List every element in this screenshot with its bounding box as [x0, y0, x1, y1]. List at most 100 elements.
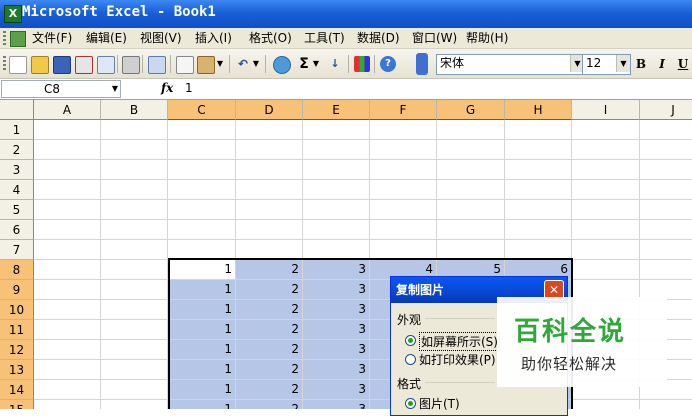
cell-g4[interactable]	[437, 180, 505, 200]
cell-c2[interactable]	[168, 140, 236, 160]
cell-b15[interactable]	[101, 400, 168, 409]
cell-c4[interactable]	[168, 180, 236, 200]
cell-a13[interactable]	[34, 360, 101, 380]
row-header-4[interactable]: 4	[0, 180, 34, 200]
menu-view[interactable]: 视图(V)	[140, 31, 182, 46]
open-icon[interactable]	[31, 56, 49, 74]
cell-e3[interactable]	[303, 160, 370, 180]
menu-tools[interactable]: 工具(T)	[304, 31, 345, 46]
cell-b11[interactable]	[101, 320, 168, 340]
cell-a15[interactable]	[34, 400, 101, 409]
select-all-corner[interactable]	[0, 100, 34, 120]
row-header-11[interactable]: 11	[0, 320, 34, 340]
picture-format-label[interactable]: 图片(T)	[419, 395, 460, 412]
as-shown-on-screen-radio[interactable]	[405, 335, 416, 346]
column-header-d[interactable]: D	[236, 100, 303, 120]
row-header-2[interactable]: 2	[0, 140, 34, 160]
chevron-down-icon[interactable]: ▼	[112, 81, 118, 97]
cell-a14[interactable]	[34, 380, 101, 400]
paste-dropdown-icon[interactable]: ▼	[216, 56, 224, 72]
row-header-5[interactable]: 5	[0, 200, 34, 220]
column-header-i[interactable]: I	[572, 100, 640, 120]
cell-b8[interactable]	[101, 260, 168, 280]
cell-a4[interactable]	[34, 180, 101, 200]
cell-i7[interactable]	[572, 240, 640, 260]
cell-d7[interactable]	[236, 240, 303, 260]
menu-window[interactable]: 窗口(W)	[412, 31, 457, 46]
menu-grip-icon[interactable]	[3, 31, 6, 45]
cell-h2[interactable]	[505, 140, 572, 160]
row-header-10[interactable]: 10	[0, 300, 34, 320]
row-header-15[interactable]: 15	[0, 400, 34, 409]
cell-j7[interactable]	[640, 240, 692, 260]
column-header-h[interactable]: H	[505, 100, 572, 120]
workbook-icon[interactable]	[10, 31, 26, 47]
cell-j4[interactable]	[640, 180, 692, 200]
autosum-icon[interactable]: Σ	[296, 56, 312, 72]
cell-b12[interactable]	[101, 340, 168, 360]
cell-f6[interactable]	[370, 220, 437, 240]
column-header-j[interactable]: J	[640, 100, 692, 120]
cell-a11[interactable]	[34, 320, 101, 340]
column-header-a[interactable]: A	[34, 100, 101, 120]
cell-e6[interactable]	[303, 220, 370, 240]
cell-b7[interactable]	[101, 240, 168, 260]
cell-b6[interactable]	[101, 220, 168, 240]
cell-h6[interactable]	[505, 220, 572, 240]
insert-function-icon[interactable]: fx	[161, 81, 173, 95]
underline-button[interactable]: U	[675, 56, 691, 72]
save-icon[interactable]	[53, 56, 71, 74]
research-icon[interactable]	[148, 56, 166, 74]
cell-b3[interactable]	[101, 160, 168, 180]
cell-f4[interactable]	[370, 180, 437, 200]
cell-e2[interactable]	[303, 140, 370, 160]
cell-f1[interactable]	[370, 120, 437, 140]
cell-a5[interactable]	[34, 200, 101, 220]
autosum-dropdown-icon[interactable]: ▼	[312, 56, 320, 72]
cell-i5[interactable]	[572, 200, 640, 220]
cell-c7[interactable]	[168, 240, 236, 260]
cell-d3[interactable]	[236, 160, 303, 180]
print-icon[interactable]	[122, 56, 140, 74]
bold-button[interactable]: B	[633, 56, 649, 72]
cell-j5[interactable]	[640, 200, 692, 220]
undo-dropdown-icon[interactable]: ▼	[252, 56, 260, 72]
cell-e1[interactable]	[303, 120, 370, 140]
name-box[interactable]: C8 ▼	[1, 80, 121, 98]
cell-a8[interactable]	[34, 260, 101, 280]
cell-e7[interactable]	[303, 240, 370, 260]
cell-d2[interactable]	[236, 140, 303, 160]
menu-edit[interactable]: 编辑(E)	[86, 31, 127, 46]
help-icon[interactable]: ?	[380, 56, 396, 72]
copy-icon[interactable]	[176, 56, 194, 74]
menu-format[interactable]: 格式(O)	[249, 31, 292, 46]
chevron-down-icon[interactable]: ▼	[616, 55, 630, 72]
cell-e4[interactable]	[303, 180, 370, 200]
cell-b14[interactable]	[101, 380, 168, 400]
cell-h4[interactable]	[505, 180, 572, 200]
cell-a10[interactable]	[34, 300, 101, 320]
cell-a7[interactable]	[34, 240, 101, 260]
cell-b13[interactable]	[101, 360, 168, 380]
cell-g6[interactable]	[437, 220, 505, 240]
cell-h3[interactable]	[505, 160, 572, 180]
cell-d5[interactable]	[236, 200, 303, 220]
cell-a3[interactable]	[34, 160, 101, 180]
row-header-13[interactable]: 13	[0, 360, 34, 380]
cell-g7[interactable]	[437, 240, 505, 260]
cell-j2[interactable]	[640, 140, 692, 160]
cell-g3[interactable]	[437, 160, 505, 180]
cell-d6[interactable]	[236, 220, 303, 240]
cell-g1[interactable]	[437, 120, 505, 140]
as-shown-when-printed-radio[interactable]	[405, 354, 416, 365]
cell-h1[interactable]	[505, 120, 572, 140]
row-header-12[interactable]: 12	[0, 340, 34, 360]
row-header-1[interactable]: 1	[0, 120, 34, 140]
hyperlink-icon[interactable]	[273, 56, 291, 74]
italic-button[interactable]: I	[654, 56, 670, 72]
cell-i2[interactable]	[572, 140, 640, 160]
row-header-3[interactable]: 3	[0, 160, 34, 180]
cell-b10[interactable]	[101, 300, 168, 320]
print-preview-icon[interactable]	[97, 56, 115, 74]
cell-f7[interactable]	[370, 240, 437, 260]
